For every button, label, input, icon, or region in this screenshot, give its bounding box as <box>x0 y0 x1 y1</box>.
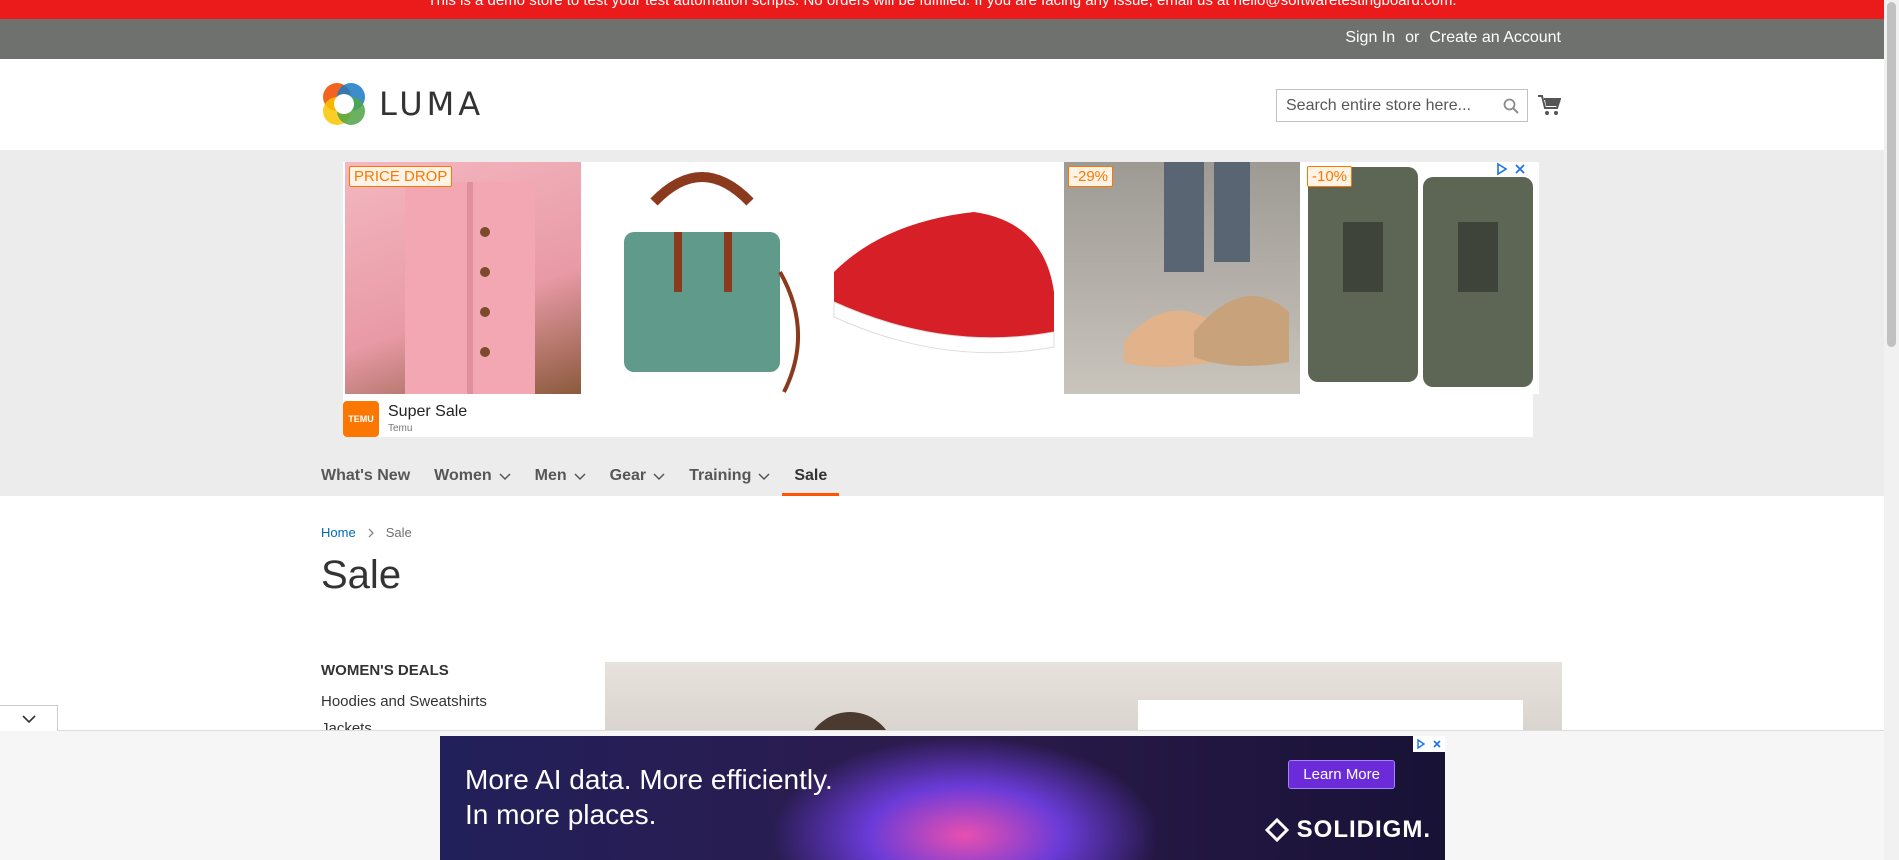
ad-controls <box>1413 736 1445 752</box>
discount-tag-10: -10% <box>1307 166 1353 187</box>
sandal-image <box>1124 162 1289 367</box>
ad-brand: Super Sale Temu <box>388 403 467 434</box>
breadcrumb-home[interactable]: Home <box>321 525 356 540</box>
create-account-link[interactable]: Create an Account <box>1429 29 1561 47</box>
logo-text: LUMA <box>379 85 485 123</box>
solidigm-brand-text: SOLIDIGM. <box>1296 816 1431 843</box>
breadcrumb-current: Sale <box>385 525 412 540</box>
discount-tag-29: -29% <box>1068 166 1114 187</box>
ad-product-sandal[interactable]: -29% <box>1064 162 1300 394</box>
learn-more-button[interactable]: Learn More <box>1288 760 1395 789</box>
ad-headline-line1: More AI data. More efficiently. <box>465 764 833 795</box>
top-panel-header: Sign In or Create an Account <box>0 19 1884 59</box>
solidigm-logo-icon <box>1264 817 1289 843</box>
nav-label: Gear <box>609 466 647 484</box>
ad-close-icon[interactable] <box>1429 736 1445 752</box>
nav-label: What's New <box>321 466 411 484</box>
chevron-down-icon <box>499 472 511 480</box>
page-scrollbar[interactable] <box>1884 0 1899 860</box>
demo-notice-text: This is a demo store to test your test a… <box>427 0 1457 9</box>
sign-in-link[interactable]: Sign In <box>1345 29 1395 47</box>
nav-label: Women <box>434 466 492 484</box>
main-navigation: What's New Women Men Gear Training Sale <box>321 455 840 496</box>
scrollbar-thumb[interactable] <box>1887 2 1896 347</box>
product-ad-card[interactable]: PRICE DROP -29% -10% TEMU Super Sale Tem… <box>343 162 1539 437</box>
sidebar-heading: WOMEN'S DEALS <box>321 662 449 679</box>
search-icon[interactable] <box>1503 98 1519 114</box>
page-title: Sale <box>321 553 402 597</box>
bottom-banner-ad[interactable]: More AI data. More efficiently. In more … <box>440 736 1445 860</box>
solidigm-brand: SOLIDIGM. <box>1263 816 1431 844</box>
nav-sale[interactable]: Sale <box>782 455 840 496</box>
ad-product-shoe[interactable] <box>824 162 1060 394</box>
search-input[interactable] <box>1277 90 1527 121</box>
temu-logo-icon: TEMU <box>343 400 379 437</box>
nav-training[interactable]: Training <box>677 455 782 496</box>
chevron-right-icon <box>368 528 374 537</box>
or-separator: or <box>1405 29 1420 46</box>
search-box <box>1276 89 1528 122</box>
cargo-shorts-image <box>1308 167 1533 387</box>
sale-hero-banner[interactable] <box>605 662 1562 736</box>
sponsored-ad-area: PRICE DROP -29% -10% TEMU Super Sale Tem… <box>0 150 1884 496</box>
nav-men[interactable]: Men <box>523 455 598 496</box>
luma-logo[interactable]: LUMA <box>321 81 484 127</box>
handbag-image <box>624 172 800 393</box>
header-links: Sign In or Create an Account <box>1345 29 1561 47</box>
nav-whats-new[interactable]: What's New <box>321 455 422 496</box>
chevron-down-icon <box>653 472 665 480</box>
ad-footer[interactable]: TEMU Super Sale Temu <box>343 400 467 437</box>
ad-headline: More AI data. More efficiently. In more … <box>465 762 833 832</box>
nav-gear[interactable]: Gear <box>598 455 677 496</box>
ad-close-icon[interactable] <box>1513 162 1527 176</box>
cart-icon[interactable] <box>1537 93 1561 117</box>
chevron-down-icon <box>21 714 36 723</box>
price-drop-tag: PRICE DROP <box>349 166 453 187</box>
ad-title: Super Sale <box>388 403 468 420</box>
header-content: LUMA <box>0 59 1884 150</box>
ad-product-cargo-shorts[interactable]: -10% <box>1303 162 1539 394</box>
nav-women[interactable]: Women <box>422 455 522 496</box>
breadcrumb: Home Sale <box>321 525 412 540</box>
cardigan-image <box>405 182 535 394</box>
ad-headline-line2: In more places. <box>465 799 657 830</box>
demo-notice-bar: This is a demo store to test your test a… <box>0 0 1884 19</box>
shoe-image <box>833 212 1055 354</box>
ad-product-handbag[interactable] <box>584 162 820 394</box>
ad-product-cardigan[interactable]: PRICE DROP <box>345 162 581 394</box>
chevron-down-icon <box>758 472 770 480</box>
nav-label: Training <box>689 466 752 484</box>
nav-label: Sale <box>794 466 828 484</box>
ad-choices-icon[interactable] <box>1413 736 1429 752</box>
nav-label: Men <box>534 466 567 484</box>
ad-choices-icon[interactable] <box>1495 162 1509 176</box>
collapse-ad-button[interactable] <box>0 705 58 731</box>
ad-advertiser: Temu <box>388 423 413 434</box>
sidebar-link-hoodies[interactable]: Hoodies and Sweatshirts <box>321 693 487 710</box>
chevron-down-icon <box>574 472 586 480</box>
luma-logo-icon <box>323 83 365 125</box>
